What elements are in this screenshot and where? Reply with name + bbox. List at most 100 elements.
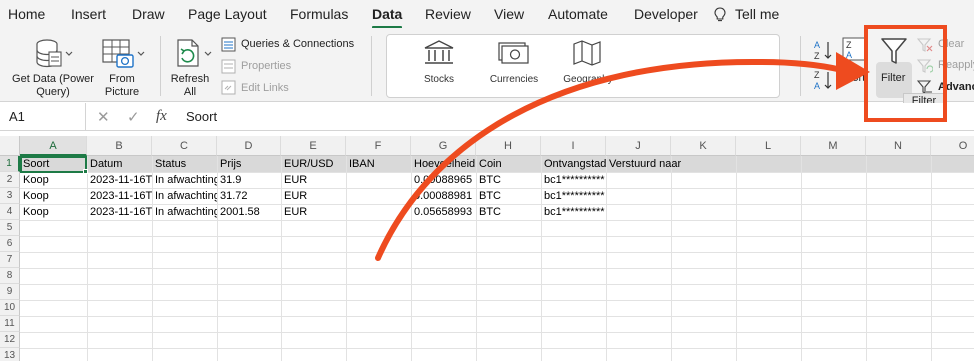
cell-a3[interactable]: Koop (20, 188, 87, 204)
column-header-f[interactable]: F (346, 136, 411, 156)
column-header-c[interactable]: C (152, 136, 217, 156)
cell-i4[interactable]: bc1********** (541, 204, 671, 220)
row-header-6[interactable]: 6 (0, 236, 20, 252)
tab-insert[interactable]: Insert (71, 6, 106, 22)
sort-icon: Z A (842, 37, 866, 61)
cell-b4[interactable]: 2023-11-16T (87, 204, 152, 220)
row-header-1[interactable]: 1 (0, 156, 20, 172)
bank-icon (424, 40, 454, 64)
sort-a-to-z-icon[interactable]: A Z (812, 39, 836, 61)
edit-links-button[interactable]: Edit Links (241, 82, 289, 94)
sort-z-to-a-icon[interactable]: Z A (812, 69, 836, 91)
spreadsheet-grid[interactable]: A B C D E F G H I J K L M N O 1 2 3 4 5 … (0, 132, 974, 361)
cell-a2[interactable]: Koop (20, 172, 87, 188)
confirm-formula-icon[interactable]: ✓ (127, 108, 140, 126)
row-header-7[interactable]: 7 (0, 252, 20, 268)
cell-h2[interactable]: BTC (476, 172, 541, 188)
tab-review[interactable]: Review (425, 6, 471, 22)
column-header-a[interactable]: A (20, 136, 87, 156)
tab-developer[interactable]: Developer (634, 6, 698, 22)
row-header-9[interactable]: 9 (0, 284, 20, 300)
cell-d2[interactable]: 31.9 (217, 172, 281, 188)
cell-h1[interactable]: Coin (476, 156, 541, 172)
cell-d1[interactable]: Prijs (217, 156, 281, 172)
row-header-4[interactable]: 4 (0, 204, 20, 220)
tab-data[interactable]: Data (372, 6, 402, 22)
column-header-e[interactable]: E (281, 136, 346, 156)
row-header-11[interactable]: 11 (0, 316, 20, 332)
cell-b2[interactable]: 2023-11-16T (87, 172, 152, 188)
cell-h4[interactable]: BTC (476, 204, 541, 220)
menu-bar: Home Insert Draw Page Layout Formulas Da… (0, 0, 974, 29)
insert-function-icon[interactable]: fx (156, 108, 167, 125)
tab-automate[interactable]: Automate (548, 6, 608, 22)
tab-view[interactable]: View (494, 6, 524, 22)
queries-connections-button[interactable]: Queries & Connections (241, 38, 354, 50)
gridline (20, 236, 974, 237)
column-header-k[interactable]: K (671, 136, 736, 156)
properties-button[interactable]: Properties (241, 60, 291, 72)
column-header-b[interactable]: B (87, 136, 152, 156)
select-all-corner[interactable] (0, 136, 20, 156)
cell-f1[interactable]: IBAN (346, 156, 411, 172)
cell-e2[interactable]: EUR (281, 172, 346, 188)
row-header-8[interactable]: 8 (0, 268, 20, 284)
tab-draw[interactable]: Draw (132, 6, 165, 22)
cell-f3[interactable] (346, 188, 411, 204)
cell-h3[interactable]: BTC (476, 188, 541, 204)
cell-i3[interactable]: bc1********** (541, 188, 671, 204)
fill-handle[interactable] (83, 169, 88, 174)
tab-tell-me[interactable]: Tell me (735, 6, 779, 22)
cell-j1[interactable]: Verstuurd naar (606, 156, 736, 172)
name-box[interactable]: A1 (0, 103, 86, 130)
lightbulb-icon (714, 7, 726, 22)
reapply-button[interactable]: Reapply (938, 59, 974, 71)
row-header-2[interactable]: 2 (0, 172, 20, 188)
cell-c1[interactable]: Status (152, 156, 217, 172)
cell-c2[interactable]: In afwachting (152, 172, 217, 188)
cell-i1[interactable]: Ontvangstadres (541, 156, 606, 172)
cell-e1[interactable]: EUR/USD (281, 156, 346, 172)
cell-a4[interactable]: Koop (20, 204, 87, 220)
tab-page-layout[interactable]: Page Layout (188, 6, 267, 22)
cell-g1[interactable]: Hoeveelheid (411, 156, 476, 172)
column-header-n[interactable]: N (866, 136, 931, 156)
tab-home[interactable]: Home (8, 6, 45, 22)
cell-f4[interactable] (346, 204, 411, 220)
clear-button[interactable]: Clear (938, 38, 964, 50)
ribbon-separator (371, 36, 372, 96)
column-header-i[interactable]: I (541, 136, 606, 156)
gridline (931, 156, 932, 361)
cell-g4[interactable]: 0.05658993 (411, 204, 476, 220)
row-header-5[interactable]: 5 (0, 220, 20, 236)
funnel-icon (881, 38, 907, 64)
cell-g2[interactable]: 0.00088965 (411, 172, 476, 188)
column-header-h[interactable]: H (476, 136, 541, 156)
column-header-g[interactable]: G (411, 136, 476, 156)
cell-e3[interactable]: EUR (281, 188, 346, 204)
gridline (20, 252, 974, 253)
row-header-3[interactable]: 3 (0, 188, 20, 204)
column-header-d[interactable]: D (217, 136, 281, 156)
advanced-button[interactable]: Advanced (938, 81, 974, 93)
cell-b3[interactable]: 2023-11-16T (87, 188, 152, 204)
cell-b1[interactable]: Datum (87, 156, 152, 172)
column-header-l[interactable]: L (736, 136, 801, 156)
tab-formulas[interactable]: Formulas (290, 6, 348, 22)
cancel-formula-icon[interactable]: ✕ (97, 108, 110, 126)
cell-g3[interactable]: 0.00088981 (411, 188, 476, 204)
formula-input[interactable]: Soort (186, 109, 217, 124)
cell-i2[interactable]: bc1********** (541, 172, 671, 188)
cell-d4[interactable]: 2001.58 (217, 204, 281, 220)
column-header-j[interactable]: J (606, 136, 671, 156)
row-header-10[interactable]: 10 (0, 300, 20, 316)
column-header-m[interactable]: M (801, 136, 866, 156)
row-header-12[interactable]: 12 (0, 332, 20, 348)
column-header-o[interactable]: O (931, 136, 974, 156)
cell-c4[interactable]: In afwachting (152, 204, 217, 220)
row-header-13[interactable]: 13 (0, 348, 20, 361)
cell-f2[interactable] (346, 172, 411, 188)
cell-d3[interactable]: 31.72 (217, 188, 281, 204)
cell-e4[interactable]: EUR (281, 204, 346, 220)
cell-c3[interactable]: In afwachting (152, 188, 217, 204)
